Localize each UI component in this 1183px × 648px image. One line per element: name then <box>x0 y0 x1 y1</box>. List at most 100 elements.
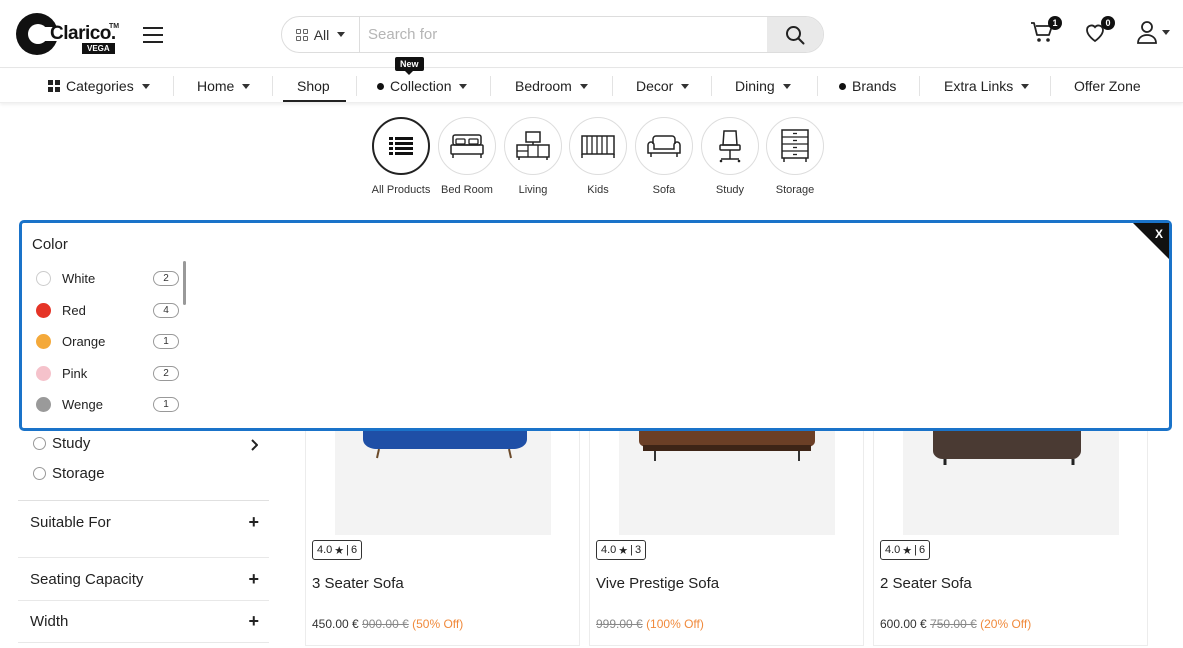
account-menu[interactable] <box>1136 20 1170 46</box>
category-bed-room[interactable]: Bed Room <box>434 117 500 198</box>
product-name[interactable]: 2 Seater Sofa <box>880 575 972 592</box>
chevron-down-icon <box>459 83 468 89</box>
clarico-logo[interactable]: Clarico. TM VEGA <box>16 13 120 57</box>
logo-tm: TM <box>109 23 120 30</box>
category-all-products[interactable]: All Products <box>368 117 434 198</box>
radio-button[interactable] <box>33 466 46 480</box>
search-category-select[interactable]: All <box>282 17 360 52</box>
category-label: Storage <box>775 184 815 196</box>
nav-shop-label: Shop <box>297 78 330 94</box>
nav-home[interactable]: Home <box>197 69 251 103</box>
category-label: Sofa <box>652 184 676 196</box>
category-sofa[interactable]: Sofa <box>631 117 697 198</box>
current-price: 600.00 € <box>880 617 927 631</box>
filter-title: Color <box>32 236 68 253</box>
filter-seating-capacity[interactable]: Seating Capacity + <box>18 557 269 600</box>
sofa-image <box>933 425 1081 465</box>
office-chair-icon <box>719 130 741 163</box>
search-button[interactable] <box>767 17 823 52</box>
product-image[interactable] <box>619 425 835 535</box>
nav-decor-label: Decor <box>636 78 674 94</box>
nav-decor[interactable]: Decor <box>636 69 690 103</box>
color-option-orange[interactable]: Orange 1 <box>36 330 179 352</box>
product-card[interactable]: 4.0 ★ | 6 3 Seater Sofa 450.00 € 900.00 … <box>305 425 580 646</box>
category-living[interactable]: Living <box>500 117 566 198</box>
wishlist-count-badge: 0 <box>1101 16 1115 30</box>
color-swatch[interactable] <box>36 270 51 286</box>
filter-width[interactable]: Width + <box>18 600 269 643</box>
nav-categories[interactable]: Categories <box>48 69 150 103</box>
category-label: Living <box>518 184 548 196</box>
nav-extra-links[interactable]: Extra Links <box>944 69 1030 103</box>
color-option-red[interactable]: Red 4 <box>36 299 179 321</box>
color-count-badge: 1 <box>153 333 179 349</box>
category-label: Kids <box>587 184 609 196</box>
nav-offer-zone[interactable]: Offer Zone <box>1074 69 1141 103</box>
sidebar-option-study[interactable]: Study <box>33 433 90 453</box>
color-option-white[interactable]: White 2 <box>36 267 179 289</box>
color-swatch[interactable] <box>36 396 51 412</box>
category-kids[interactable]: Kids <box>565 117 631 198</box>
nav-collection[interactable]: Collection <box>377 69 468 103</box>
color-swatch[interactable] <box>36 333 51 349</box>
color-name: Pink <box>62 365 88 381</box>
nav-home-label: Home <box>197 78 235 94</box>
product-price: 450.00 € 900.00 € (50% Off) <box>312 617 463 631</box>
crib-icon <box>581 135 615 158</box>
color-option-wenge[interactable]: Wenge 1 <box>36 393 179 415</box>
product-card[interactable]: 4.0 ★ | 6 2 Seater Sofa 600.00 € 750.00 … <box>873 425 1148 646</box>
nav-brands[interactable]: Brands <box>839 69 896 103</box>
nav-categories-label: Categories <box>66 78 134 94</box>
category-study[interactable]: Study <box>697 117 763 198</box>
plus-icon: + <box>248 511 259 532</box>
search-icon <box>786 25 805 44</box>
color-name: White <box>62 270 96 286</box>
product-image[interactable] <box>903 425 1119 535</box>
filter-suitable-for[interactable]: Suitable For + <box>18 500 269 543</box>
star-icon: ★ <box>902 544 913 557</box>
new-badge: New <box>395 57 424 75</box>
dot-icon <box>377 82 384 90</box>
color-name: Wenge <box>62 396 103 412</box>
chevron-right-icon[interactable] <box>250 439 258 451</box>
product-name[interactable]: 3 Seater Sofa <box>312 575 404 592</box>
product-name[interactable]: Vive Prestige Sofa <box>596 575 719 592</box>
color-swatch[interactable] <box>36 365 51 381</box>
product-image[interactable] <box>335 425 551 535</box>
wishlist-button[interactable]: 0 <box>1083 16 1115 46</box>
category-carousel: All Products Bed Room Living Kids Sofa S… <box>0 117 1183 217</box>
nav-bedroom[interactable]: Bedroom <box>515 69 588 103</box>
star-icon: ★ <box>334 544 345 557</box>
grid-icon <box>48 80 60 92</box>
nav-shop[interactable]: Shop <box>297 69 330 103</box>
category-label: Study <box>715 184 745 196</box>
sidebar-option-storage[interactable]: Storage <box>33 463 105 483</box>
product-card[interactable]: 4.0 ★ | 3 Vive Prestige Sofa 999.00 € (1… <box>589 425 864 646</box>
color-option-pink[interactable]: Pink 2 <box>36 362 179 384</box>
nav-dining[interactable]: Dining <box>735 69 791 103</box>
chevron-down-icon <box>579 83 588 89</box>
main-nav: Categories Home Shop Collection Bedroom … <box>0 69 1183 103</box>
color-list-scrollbar[interactable] <box>183 261 186 305</box>
cart-button[interactable]: 1 <box>1030 16 1062 46</box>
close-button[interactable]: X <box>1133 223 1169 259</box>
search-category-label: All <box>313 26 330 43</box>
rating-badge: 4.0 ★ | 3 <box>596 540 647 560</box>
bed-icon <box>450 134 484 158</box>
discount-label: (50% Off) <box>412 617 464 631</box>
filter-section-label: Suitable For <box>30 513 111 531</box>
sofa-image <box>639 425 815 461</box>
chevron-down-icon <box>1021 83 1030 89</box>
chevron-down-icon <box>337 32 346 37</box>
nav-bedroom-label: Bedroom <box>515 78 572 94</box>
product-price: 600.00 € 750.00 € (20% Off) <box>880 617 1031 631</box>
tv-unit-icon <box>516 131 550 160</box>
color-swatch[interactable] <box>36 302 51 318</box>
hamburger-menu-icon[interactable] <box>143 27 163 43</box>
radio-button[interactable] <box>33 436 46 450</box>
logo-text: Clarico. <box>50 23 116 44</box>
category-storage[interactable]: Storage <box>762 117 828 198</box>
grid-icon <box>295 28 308 41</box>
user-icon <box>1137 21 1157 44</box>
search-input[interactable] <box>368 17 763 52</box>
